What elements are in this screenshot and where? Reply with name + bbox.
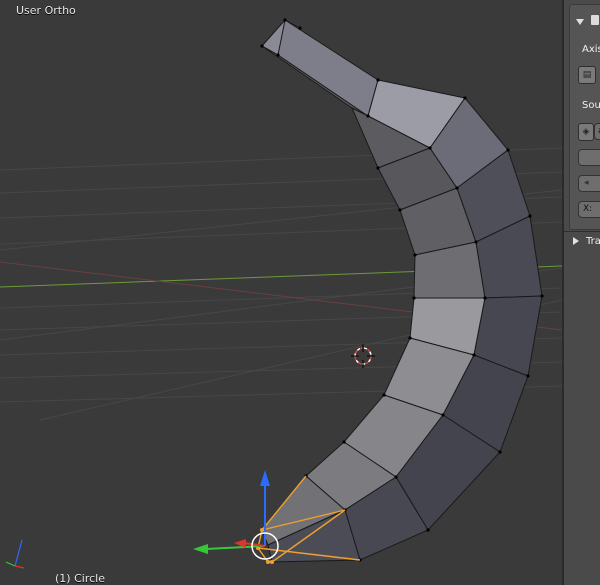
x-field[interactable]: X: [578,201,600,218]
manipulator-z-arrow [260,470,270,486]
stem-side-right [277,19,379,117]
axis-label: Axis [582,44,600,55]
scene-canvas[interactable] [0,0,562,585]
axis-toggle-button[interactable]: ▤ [578,66,596,84]
modifier-icon [591,15,599,25]
properties-region[interactable]: Axis ▤ Sour ◈ a ◂ X: Tra [562,0,600,585]
panel-divider [564,231,600,232]
source-label: Sour [582,100,600,111]
transform-manipulator[interactable] [193,470,279,560]
cube-icon: ◈ [582,127,590,137]
source-object-button[interactable]: ◈ [578,123,594,141]
banana-mesh[interactable] [261,19,543,563]
panel-collapse-icon[interactable] [576,19,584,25]
transform-expand-icon[interactable] [573,237,579,245]
mini-axis-gizmo [5,539,25,569]
3d-viewport[interactable]: User Ortho (1) Circle [0,0,562,585]
manipulator-y-arrow [193,544,208,554]
source-field[interactable]: a [594,123,600,140]
active-object-label: (1) Circle [55,572,105,585]
value-slider[interactable]: ◂ [578,175,600,192]
document-icon: ▤ [582,70,592,80]
transform-panel-header[interactable]: Tra [586,236,600,247]
mirror-modifier-panel: Axis ▤ Sour ◈ a ◂ X: [569,4,600,230]
view-name-label: User Ortho [16,4,76,17]
option-button[interactable] [578,149,600,166]
